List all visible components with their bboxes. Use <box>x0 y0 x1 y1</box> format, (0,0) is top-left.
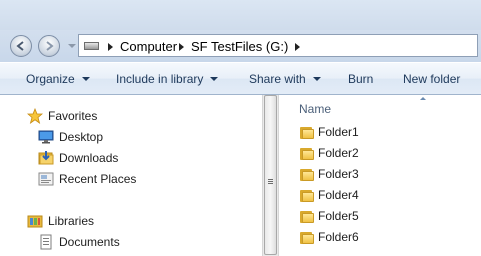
grip-line <box>268 179 273 180</box>
file-item-label: Folder6 <box>318 230 359 244</box>
breadcrumb-drive[interactable]: SF TestFiles (G:) <box>179 39 288 54</box>
file-item-label: Folder2 <box>318 146 359 160</box>
window-title-strip <box>0 0 481 30</box>
nav-item-label: Documents <box>59 235 120 249</box>
breadcrumb-label: SF TestFiles (G:) <box>191 39 289 54</box>
back-button[interactable] <box>10 35 32 57</box>
nav-item-desktop[interactable]: Desktop <box>38 128 103 146</box>
column-header-name[interactable]: Name <box>299 102 331 116</box>
share-with-button[interactable]: Share with <box>249 72 321 86</box>
burn-button[interactable]: Burn <box>348 72 373 86</box>
folder-icon <box>300 168 314 181</box>
nav-item-label: Recent Places <box>59 172 137 186</box>
nav-item-recent-places[interactable]: Recent Places <box>38 170 136 188</box>
chevron-down-icon <box>210 77 219 81</box>
include-in-library-button[interactable]: Include in library <box>116 72 219 86</box>
star-icon <box>26 107 44 124</box>
organize-button[interactable]: Organize <box>26 72 90 86</box>
forward-button[interactable] <box>38 35 60 57</box>
chevron-down-icon <box>81 77 90 81</box>
folder-icon <box>300 147 314 160</box>
command-toolbar: Organize Include in library Share with B… <box>0 62 481 95</box>
navigation-pane: Favorites Desktop Downloads Recent Place… <box>0 95 262 256</box>
file-item[interactable]: Folder6 <box>300 228 359 246</box>
breadcrumb-computer[interactable]: Computer <box>108 39 177 54</box>
forward-arrow-icon <box>46 41 54 51</box>
sort-ascending-icon <box>420 97 426 100</box>
file-item[interactable]: Folder3 <box>300 165 359 183</box>
nav-favorites-label: Favorites <box>48 109 98 123</box>
organize-label: Organize <box>26 72 75 86</box>
share-with-label: Share with <box>249 72 306 86</box>
burn-label: Burn <box>348 72 374 86</box>
file-item-label: Folder5 <box>318 209 359 223</box>
include-in-library-label: Include in library <box>116 72 204 86</box>
back-arrow-icon <box>16 41 24 51</box>
nav-item-documents[interactable]: Documents <box>38 233 120 251</box>
nav-libraries[interactable]: Libraries <box>27 212 94 230</box>
breadcrumb-label: Computer <box>120 39 178 54</box>
file-item-label: Folder3 <box>318 167 359 181</box>
new-folder-label: New folder <box>403 72 461 86</box>
address-bar[interactable]: Computer SF TestFiles (G:) <box>78 34 478 57</box>
nav-favorites[interactable]: Favorites <box>26 107 98 125</box>
new-folder-button[interactable]: New folder <box>403 72 460 86</box>
folder-icon <box>300 210 314 223</box>
documents-icon <box>38 234 54 250</box>
recent-pages-dropdown-icon[interactable] <box>68 44 76 48</box>
file-list-pane: Name Folder1 Folder2 Folder3 Folder4 Fol… <box>279 95 481 256</box>
file-item[interactable]: Folder5 <box>300 207 359 225</box>
file-item[interactable]: Folder2 <box>300 144 359 162</box>
libraries-icon <box>27 213 43 229</box>
nav-item-label: Downloads <box>59 151 119 165</box>
scrollbar-thumb[interactable] <box>264 95 277 255</box>
nav-item-label: Desktop <box>59 130 104 144</box>
file-item-label: Folder4 <box>318 188 359 202</box>
breadcrumb-subfolder-menu[interactable] <box>295 39 307 54</box>
nav-libraries-label: Libraries <box>48 214 95 228</box>
address-row: Computer SF TestFiles (G:) <box>0 30 481 62</box>
file-item[interactable]: Folder4 <box>300 186 359 204</box>
grip-line <box>268 183 273 184</box>
downloads-icon <box>38 150 54 166</box>
folder-icon <box>300 126 314 139</box>
grip-line <box>268 181 273 182</box>
nav-pane-scrollbar[interactable] <box>262 95 279 256</box>
drive-icon <box>84 42 99 50</box>
file-item[interactable]: Folder1 <box>300 123 359 141</box>
chevron-down-icon <box>312 77 321 81</box>
chevron-right-icon[interactable] <box>179 42 184 51</box>
folder-icon <box>300 189 314 202</box>
nav-item-downloads[interactable]: Downloads <box>38 149 118 167</box>
file-item-label: Folder1 <box>318 125 359 139</box>
chevron-right-icon[interactable] <box>295 42 300 51</box>
chevron-right-icon[interactable] <box>108 42 113 51</box>
folder-icon <box>300 231 314 244</box>
desktop-icon <box>38 129 54 145</box>
recent-places-icon <box>38 171 54 187</box>
